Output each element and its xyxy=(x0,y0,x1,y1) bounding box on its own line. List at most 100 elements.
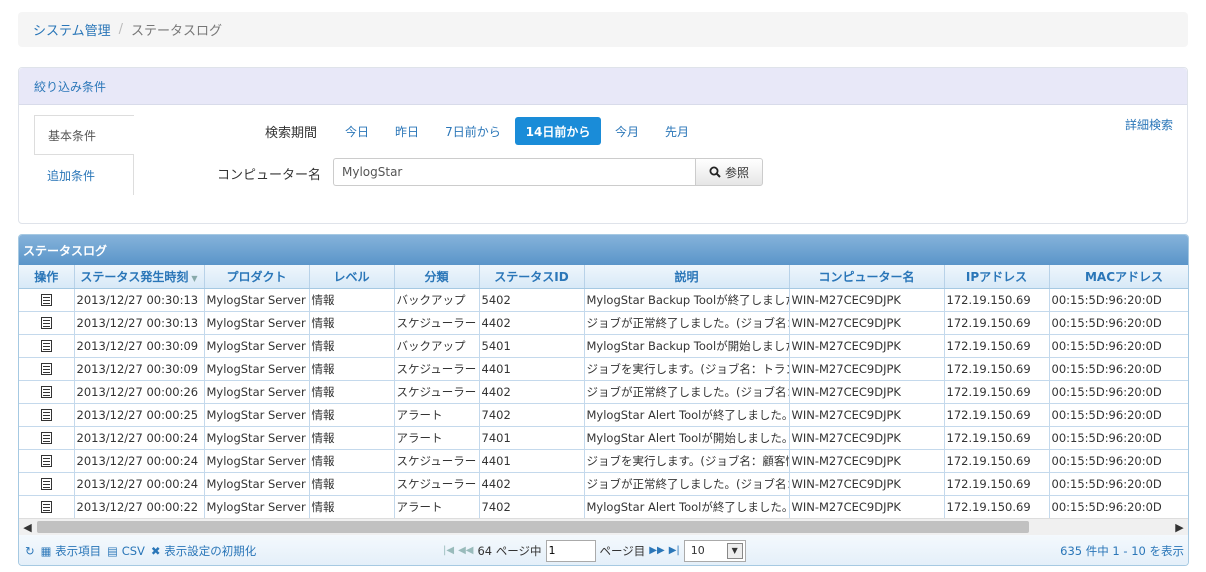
cell-category: アラート xyxy=(394,426,480,450)
cell-computer-name: WIN-M27CEC9DJPK xyxy=(789,311,945,335)
cell-status-id: 7402 xyxy=(479,403,585,427)
csv-label: CSV xyxy=(121,543,145,558)
cell-description: ジョブを実行します。(ジョブ名：トラン xyxy=(584,357,790,381)
document-icon[interactable] xyxy=(40,386,52,398)
column-header-product[interactable]: プロダクト xyxy=(204,265,310,289)
cell-level: 情報 xyxy=(309,426,395,450)
cell-product: MylogStar Server xyxy=(204,380,310,404)
column-header-action[interactable]: 操作 xyxy=(19,265,75,289)
chevron-down-icon: ▼ xyxy=(726,542,743,559)
document-icon[interactable] xyxy=(40,317,52,329)
prev-page-icon[interactable]: ◀◀ xyxy=(458,545,473,556)
filter-panel-header[interactable]: 絞り込み条件 xyxy=(19,68,1187,105)
next-page-icon[interactable]: ▶▶ xyxy=(649,545,664,556)
column-header-description[interactable]: 説明 xyxy=(584,265,790,289)
period-today-button[interactable]: 今日 xyxy=(337,117,377,145)
document-icon[interactable] xyxy=(40,501,52,513)
document-icon[interactable] xyxy=(40,294,52,306)
cell-computer-name: WIN-M27CEC9DJPK xyxy=(789,472,945,496)
period-yesterday-button[interactable]: 昨日 xyxy=(387,117,427,145)
cell-status-id: 4402 xyxy=(479,380,585,404)
status-log-grid: ステータスログ 操作 ステータス発生時刻 ▼ プロダクト レベル 分類 ステータス… xyxy=(18,234,1189,566)
cell-level: 情報 xyxy=(309,334,395,358)
grid-title: ステータスログ xyxy=(19,235,1188,265)
cell-action xyxy=(19,449,75,473)
first-page-icon[interactable]: |◀ xyxy=(443,545,454,556)
document-icon[interactable] xyxy=(40,363,52,375)
column-header-status-id[interactable]: ステータスID xyxy=(479,265,585,289)
table-row[interactable]: 2013/12/27 00:00:24 MylogStar Server 情報 スケジ… xyxy=(19,472,1188,496)
per-page-select[interactable]: 10 ▼ xyxy=(683,539,746,562)
period-7days-button[interactable]: 7日前から xyxy=(437,117,509,145)
table-row[interactable]: 2013/12/27 00:30:09 MylogStar Server 情報 バック… xyxy=(19,334,1188,358)
cell-level: 情報 xyxy=(309,380,395,404)
table-row[interactable]: 2013/12/27 00:00:25 MylogStar Server 情報 アラー… xyxy=(19,403,1188,427)
table-row[interactable]: 2013/12/27 00:00:26 MylogStar Server 情報 スケジ… xyxy=(19,380,1188,404)
cell-description: MylogStar Alert Toolが開始しました。 xyxy=(584,426,790,450)
breadcrumb: システム管理 / ステータスログ xyxy=(18,12,1188,47)
period-14days-button[interactable]: 14日前から xyxy=(515,117,601,145)
cell-ip-address: 172.19.150.69 xyxy=(944,380,1050,404)
reset-settings-button[interactable]: ✖ 表示設定の初期化 xyxy=(151,543,256,559)
browse-button[interactable]: 参照 xyxy=(695,158,763,186)
cell-status-time: 2013/12/27 00:30:09 xyxy=(74,334,205,358)
cell-status-id: 4401 xyxy=(479,449,585,473)
document-icon[interactable] xyxy=(40,340,52,352)
cell-description: ジョブが正常終了しました。(ジョブ名： xyxy=(584,472,790,496)
scroll-left-icon[interactable]: ◀ xyxy=(19,519,36,535)
page-number-input[interactable] xyxy=(545,539,596,562)
table-row[interactable]: 2013/12/27 00:00:24 MylogStar Server 情報 アラー… xyxy=(19,426,1188,450)
cell-ip-address: 172.19.150.69 xyxy=(944,334,1050,358)
scrollbar-thumb[interactable] xyxy=(37,521,1029,533)
status-log-table: 操作 ステータス発生時刻 ▼ プロダクト レベル 分類 ステータスID 説明 コン… xyxy=(19,265,1188,518)
tab-basic-conditions[interactable]: 基本条件 xyxy=(34,115,134,155)
document-icon[interactable] xyxy=(40,455,52,467)
scroll-right-icon[interactable]: ▶ xyxy=(1171,519,1188,535)
refresh-icon[interactable]: ↻ xyxy=(25,544,35,558)
computer-name-input[interactable] xyxy=(333,158,696,186)
cell-status-time: 2013/12/27 00:00:24 xyxy=(74,426,205,450)
tab-additional-conditions[interactable]: 追加条件 xyxy=(34,155,134,195)
column-header-ip-address[interactable]: IPアドレス xyxy=(944,265,1050,289)
cell-level: 情報 xyxy=(309,495,395,518)
cell-product: MylogStar Server xyxy=(204,288,310,312)
table-row[interactable]: 2013/12/27 00:00:22 MylogStar Server 情報 アラー… xyxy=(19,495,1188,518)
document-icon[interactable] xyxy=(40,478,52,490)
period-this-month-button[interactable]: 今月 xyxy=(607,117,647,145)
table-row[interactable]: 2013/12/27 00:00:24 MylogStar Server 情報 スケジ… xyxy=(19,449,1188,473)
last-page-icon[interactable]: ▶| xyxy=(669,545,680,556)
period-last-month-button[interactable]: 先月 xyxy=(657,117,697,145)
cell-category: バックアップ xyxy=(394,288,480,312)
display-items-button[interactable]: ▦ 表示項目 xyxy=(41,543,102,559)
breadcrumb-link-system-admin[interactable]: システム管理 xyxy=(33,20,111,39)
column-header-category[interactable]: 分類 xyxy=(394,265,480,289)
document-icon[interactable] xyxy=(40,432,52,444)
horizontal-scrollbar[interactable]: ◀ ▶ xyxy=(19,518,1188,535)
csv-button[interactable]: ▤ CSV xyxy=(107,544,145,558)
column-header-computer-name[interactable]: コンピューター名 xyxy=(789,265,945,289)
cell-level: 情報 xyxy=(309,311,395,335)
detail-search-link[interactable]: 詳細検索 xyxy=(1125,116,1173,133)
cell-status-time: 2013/12/27 00:00:26 xyxy=(74,380,205,404)
column-header-level[interactable]: レベル xyxy=(309,265,395,289)
cell-ip-address: 172.19.150.69 xyxy=(944,357,1050,381)
cell-mac-address: 00:15:5D:96:20:0D xyxy=(1049,288,1188,312)
table-row[interactable]: 2013/12/27 00:30:13 MylogStar Server 情報 バック… xyxy=(19,288,1188,312)
cell-computer-name: WIN-M27CEC9DJPK xyxy=(789,334,945,358)
column-header-status-time[interactable]: ステータス発生時刻 ▼ xyxy=(74,265,205,289)
grid-body[interactable]: 操作 ステータス発生時刻 ▼ プロダクト レベル 分類 ステータスID 説明 コン… xyxy=(19,265,1188,518)
cell-computer-name: WIN-M27CEC9DJPK xyxy=(789,357,945,381)
cell-computer-name: WIN-M27CEC9DJPK xyxy=(789,495,945,518)
cell-status-id: 5401 xyxy=(479,334,585,358)
cell-action xyxy=(19,357,75,381)
browse-button-label: 参照 xyxy=(724,165,749,180)
breadcrumb-separator: / xyxy=(118,22,124,37)
cell-action xyxy=(19,426,75,450)
document-icon[interactable] xyxy=(40,409,52,421)
table-row[interactable]: 2013/12/27 00:30:09 MylogStar Server 情報 スケジ… xyxy=(19,357,1188,381)
column-header-mac-address[interactable]: MACアドレス xyxy=(1049,265,1188,289)
table-row[interactable]: 2013/12/27 00:30:13 MylogStar Server 情報 スケジ… xyxy=(19,311,1188,335)
breadcrumb-current: ステータスログ xyxy=(131,24,223,39)
cell-mac-address: 00:15:5D:96:20:0D xyxy=(1049,311,1188,335)
record-summary: 635 件中 1 - 10 を表示 xyxy=(1060,543,1184,558)
